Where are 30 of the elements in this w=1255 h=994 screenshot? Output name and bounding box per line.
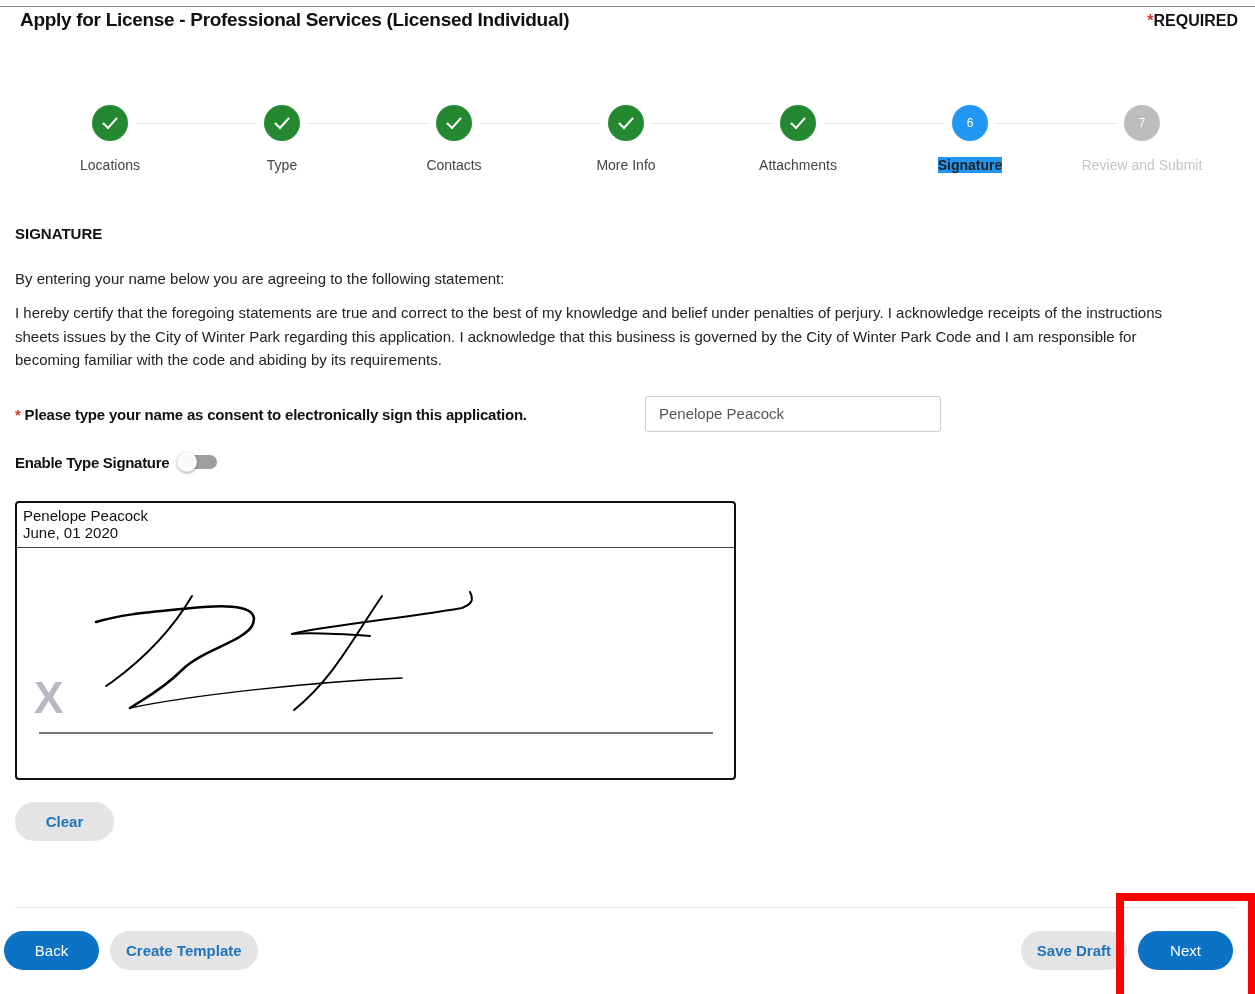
step-label[interactable]: Signature	[937, 157, 1003, 173]
footer-button[interactable]: Create Template	[110, 930, 258, 970]
step-number[interactable]: 6	[952, 105, 988, 141]
step-check-icon[interactable]	[92, 105, 128, 141]
name-input-field[interactable]: Penelope Peacock	[645, 395, 941, 432]
signer-name: Penelope Peacock	[23, 506, 149, 524]
page-title: Apply for License - Professional Services (Licensed Individual)	[20, 9, 570, 31]
step-label[interactable]: Attachments	[759, 157, 837, 173]
consent-label: * Please type your name as consent to electronically sign this application.	[15, 404, 527, 425]
clear-button[interactable]: Clear	[15, 801, 114, 841]
toggle-label: Enable Type Signature	[15, 453, 170, 471]
step-check-icon[interactable]	[780, 105, 816, 141]
step-label[interactable]: Locations	[80, 157, 140, 173]
footer-button[interactable]: Save Draft	[1020, 930, 1127, 970]
section-heading: SIGNATURE	[15, 225, 104, 242]
intro-text: By entering your name below you are agreeing to the following statement:	[15, 270, 506, 287]
signature-date: June, 01 2020	[23, 523, 119, 541]
step-label[interactable]: Type	[266, 157, 298, 173]
sign-here-mark: X	[34, 675, 64, 720]
step-check-icon[interactable]	[264, 105, 300, 141]
type-signature-toggle[interactable]	[179, 455, 218, 469]
signature-pad[interactable]: Penelope Peacock June, 01 2020 X	[15, 500, 736, 780]
footer-button[interactable]: Back	[4, 930, 99, 970]
step-label[interactable]: Contacts	[426, 157, 482, 173]
step-check-icon[interactable]	[436, 105, 472, 141]
step-label[interactable]: More Info	[596, 157, 656, 173]
required-note: *REQUIRED	[1147, 12, 1238, 30]
footer-button[interactable]: Next	[1138, 930, 1233, 970]
certification-statement: I hereby certify that the foregoing statements are true and correct to the best of my knowledge and belief under penalties of perjury. I acknowledge receipts of the instructions sheets issues by the City of Winter Park regarding this application. I acknowledge that this business is governed by the City of Winter Park Code and I am responsible for becoming familiar with the code and abiding by its requirements.	[15, 303, 1164, 370]
step-check-icon[interactable]	[608, 105, 644, 141]
